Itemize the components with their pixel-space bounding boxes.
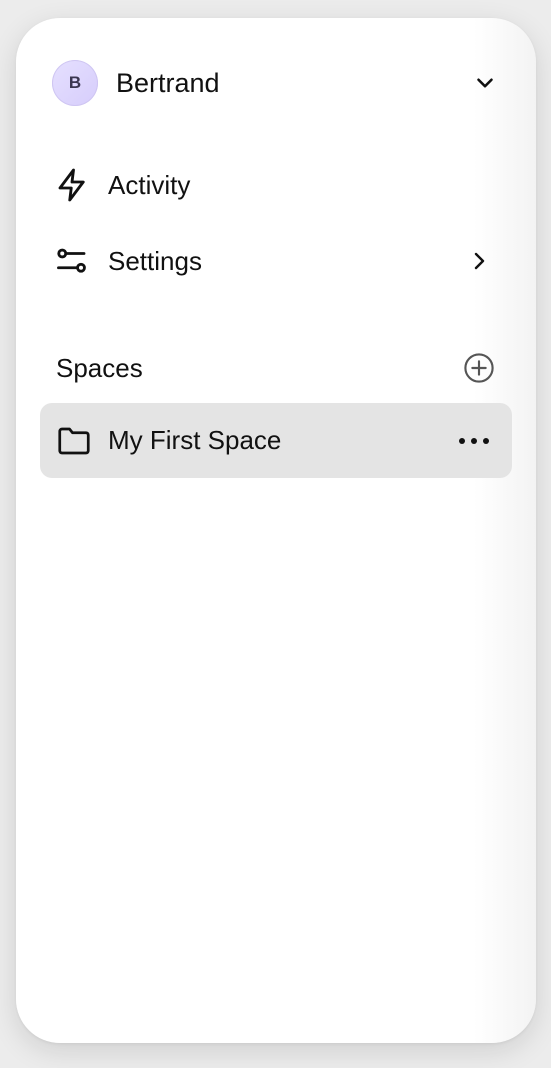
plus-circle-icon[interactable] xyxy=(462,351,496,385)
account-name: Bertrand xyxy=(116,67,220,98)
spaces-section-header: Spaces xyxy=(56,350,496,386)
sliders-icon xyxy=(54,242,92,280)
nav-item-label: Settings xyxy=(108,245,202,276)
nav-item-activity[interactable]: Activity xyxy=(54,163,494,207)
bolt-icon xyxy=(54,166,92,204)
nav-item-settings[interactable]: Settings xyxy=(54,239,494,283)
folder-icon xyxy=(56,422,94,460)
space-item-label: My First Space xyxy=(108,425,282,455)
sidebar-panel: B Bertrand Activity Settings Spaces My F… xyxy=(16,18,536,1043)
chevron-down-icon[interactable] xyxy=(470,68,500,98)
chevron-right-icon xyxy=(464,246,494,276)
nav-item-label: Activity xyxy=(108,169,191,200)
section-title: Spaces xyxy=(56,352,143,383)
account-switcher[interactable]: B Bertrand xyxy=(52,58,500,108)
space-item-my-first-space[interactable]: My First Space xyxy=(40,403,512,478)
avatar: B xyxy=(52,60,98,106)
avatar-initial: B xyxy=(68,73,82,92)
more-horizontal-icon[interactable] xyxy=(454,421,494,461)
